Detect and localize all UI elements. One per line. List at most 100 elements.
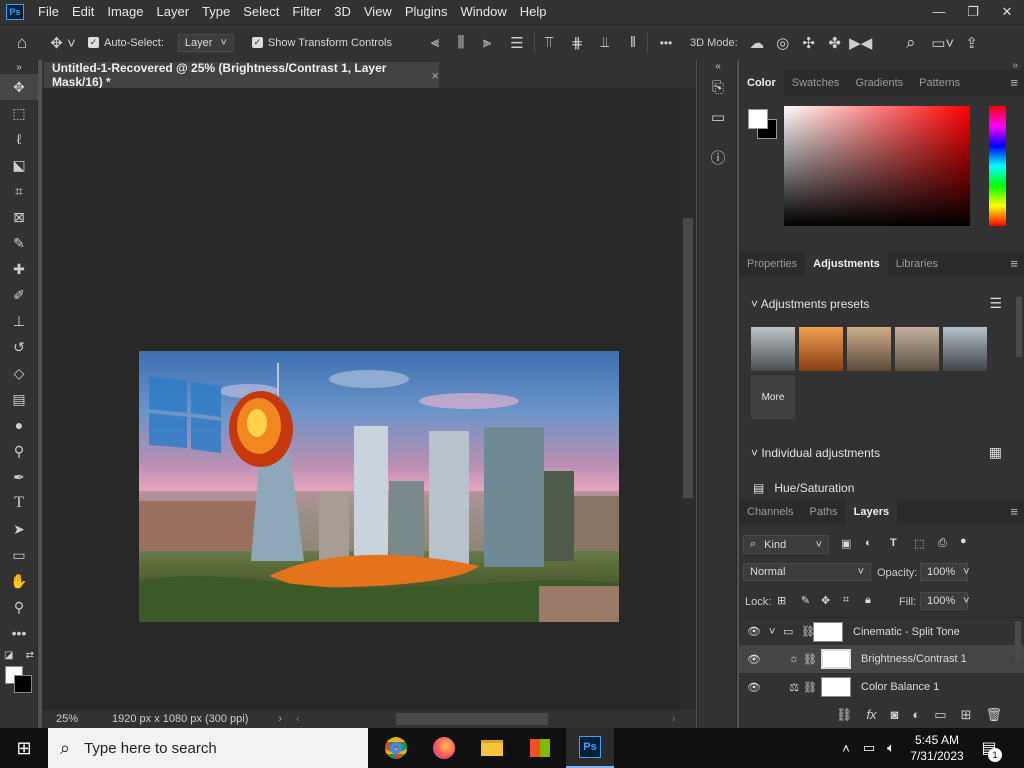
layer-row[interactable]: 👁︎ ☼ ⛓︎ Brightness/Contrast 1 bbox=[739, 645, 1024, 673]
frame-tool-icon[interactable]: ⊠ bbox=[0, 204, 38, 230]
adjustments-scrollbar[interactable] bbox=[1016, 297, 1022, 357]
visibility-eye-icon[interactable]: 👁︎ bbox=[739, 681, 769, 694]
foreground-swatch[interactable] bbox=[748, 109, 768, 129]
gradient-tool-icon[interactable]: ▤ bbox=[0, 386, 38, 412]
panel-menu-icon[interactable]: ≡ bbox=[1010, 251, 1018, 277]
fx-icon[interactable]: fx bbox=[866, 707, 876, 722]
document-tab[interactable]: Untitled-1-Recovered @ 25% (Brightness/C… bbox=[44, 61, 439, 89]
tab-color[interactable]: Color bbox=[739, 70, 784, 96]
tab-libraries[interactable]: Libraries bbox=[888, 251, 946, 277]
new-layer-icon[interactable]: ⊞ bbox=[961, 707, 972, 723]
expand-panels-icon[interactable]: « bbox=[698, 60, 738, 72]
preset-thumbnail[interactable] bbox=[847, 327, 891, 371]
menu-image[interactable]: Image bbox=[101, 0, 150, 24]
preset-thumbnail[interactable] bbox=[799, 327, 843, 371]
layer-filter-dropdown[interactable]: ⌕ Kind ˅ bbox=[743, 535, 829, 554]
filter-pixel-icon[interactable]: ▣ bbox=[841, 537, 851, 550]
fill-input[interactable]: 100% ˅ bbox=[920, 592, 970, 610]
hand-tool-icon[interactable]: ✋ bbox=[0, 568, 38, 594]
firefox-icon[interactable] bbox=[420, 728, 468, 768]
group-expand-icon[interactable]: ˅ bbox=[769, 626, 783, 638]
add-mask-icon[interactable]: ◙ bbox=[891, 707, 899, 722]
blur-tool-icon[interactable]: ● bbox=[0, 412, 38, 438]
store-icon[interactable] bbox=[516, 728, 564, 768]
zoom-level[interactable]: 25% bbox=[42, 713, 102, 725]
list-view-icon[interactable]: ☰ bbox=[989, 295, 1002, 312]
align-bottom-icon[interactable]: ⫫ bbox=[591, 34, 619, 51]
background-color[interactable] bbox=[14, 675, 32, 693]
align-center-icon[interactable]: ⫼ bbox=[448, 34, 474, 51]
transform-controls-checkbox[interactable]: ✓ Show Transform Controls bbox=[251, 37, 392, 49]
auto-select-dropdown[interactable]: Layer ˅ bbox=[177, 33, 234, 52]
pen-tool-icon[interactable]: ✒ bbox=[0, 464, 38, 490]
delete-layer-icon[interactable]: 🗑︎ bbox=[985, 707, 1002, 723]
hue-slider[interactable] bbox=[989, 106, 1006, 226]
align-top-icon[interactable]: ⫪ bbox=[535, 34, 563, 51]
eraser-tool-icon[interactable]: ◇ bbox=[0, 360, 38, 386]
preset-thumbnail[interactable] bbox=[895, 327, 939, 371]
menu-layer[interactable]: Layer bbox=[151, 0, 197, 24]
more-presets-button[interactable]: More bbox=[751, 375, 795, 419]
eyedropper-tool-icon[interactable]: ✎ bbox=[0, 230, 38, 256]
restore-button[interactable]: ❐ bbox=[956, 0, 990, 24]
move-tool-icon[interactable]: ✥ bbox=[0, 74, 38, 100]
tab-gradients[interactable]: Gradients bbox=[847, 70, 911, 96]
grid-view-icon[interactable]: ▦ bbox=[989, 444, 1002, 461]
menu-select[interactable]: Select bbox=[237, 0, 286, 24]
align-middle-icon[interactable]: ⋕ bbox=[563, 34, 591, 52]
swap-colors-icon[interactable]: ◪ ⇄ bbox=[0, 646, 38, 664]
canvas-image[interactable] bbox=[139, 351, 619, 622]
share-icon[interactable]: ⇪ bbox=[960, 34, 984, 52]
search-icon[interactable]: ⌕ bbox=[896, 33, 926, 53]
individual-header[interactable]: ˅ Individual adjustments bbox=[751, 446, 880, 460]
lock-position-icon[interactable]: ✥ bbox=[821, 594, 830, 607]
align-right-icon[interactable]: ⫸ bbox=[474, 34, 500, 51]
status-chevron-icon[interactable]: › bbox=[278, 713, 282, 725]
3d-scale-icon[interactable]: ▶◀ bbox=[848, 34, 874, 52]
layer-row[interactable]: 👁︎ ˅ ▭ ⛓︎ Cinematic - Split Tone bbox=[739, 617, 1024, 645]
taskbar-search[interactable]: ⌕ Type here to search bbox=[48, 728, 368, 768]
tab-adjustments[interactable]: Adjustments bbox=[805, 251, 888, 277]
brush-tool-icon[interactable]: ✐ bbox=[0, 282, 38, 308]
new-group-icon[interactable]: ▭ bbox=[934, 707, 946, 723]
tab-paths[interactable]: Paths bbox=[801, 499, 845, 525]
new-adjustment-icon[interactable]: ◐ bbox=[912, 707, 920, 722]
layer-row[interactable]: 👁︎ ⚖︎ ⛓︎ Color Balance 1 bbox=[739, 673, 1024, 701]
stamp-tool-icon[interactable]: ⊥ bbox=[0, 308, 38, 334]
3d-roll-icon[interactable]: ◎ bbox=[770, 34, 796, 52]
object-select-tool-icon[interactable]: ⬕ bbox=[0, 152, 38, 178]
panel-collapse-icon[interactable]: » bbox=[0, 60, 38, 74]
auto-select-checkbox[interactable]: ✓ Auto-Select: bbox=[88, 37, 164, 49]
home-icon[interactable]: ⌂ bbox=[0, 33, 44, 53]
blend-mode-dropdown[interactable]: Normal ˅ bbox=[743, 563, 871, 581]
network-icon[interactable]: ▭ bbox=[858, 740, 880, 756]
clock[interactable]: 5:45 AM 7/31/2023 bbox=[902, 732, 972, 764]
menu-window[interactable]: Window bbox=[454, 0, 513, 24]
marquee-tool-icon[interactable]: ⬚ bbox=[0, 100, 38, 126]
volume-icon[interactable]: 🔈︎ bbox=[880, 740, 902, 756]
rectangle-tool-icon[interactable]: ▭ bbox=[0, 542, 38, 568]
preset-thumbnail[interactable] bbox=[943, 327, 987, 371]
distribute-vertical-icon[interactable]: ‖ bbox=[619, 34, 647, 51]
link-layers-icon[interactable]: ⛓︎ bbox=[836, 707, 853, 723]
3d-slide-icon[interactable]: ✤ bbox=[822, 34, 848, 52]
comments-panel-icon[interactable]: ▭ bbox=[698, 102, 738, 132]
history-panel-icon[interactable]: ⎘ bbox=[698, 72, 738, 102]
hue-saturation-item[interactable]: ▤ Hue/Saturation bbox=[753, 481, 854, 495]
opacity-input[interactable]: 100% ˅ bbox=[920, 563, 970, 581]
preset-thumbnail[interactable] bbox=[751, 327, 795, 371]
menu-view[interactable]: View bbox=[358, 0, 399, 24]
windows-start-icon[interactable]: ⊞ bbox=[0, 738, 48, 759]
crop-tool-icon[interactable]: ⌗ bbox=[0, 178, 38, 204]
file-explorer-icon[interactable] bbox=[468, 728, 516, 768]
more-options-icon[interactable]: ••• bbox=[648, 36, 684, 50]
menu-3d[interactable]: 3D bbox=[328, 0, 358, 24]
menu-file[interactable]: File bbox=[32, 0, 66, 24]
close-window-button[interactable]: ✕ bbox=[990, 0, 1024, 24]
panel-menu-icon[interactable]: ≡ bbox=[1010, 499, 1018, 525]
tab-properties[interactable]: Properties bbox=[739, 251, 805, 277]
tab-swatches[interactable]: Swatches bbox=[784, 70, 848, 96]
minimize-button[interactable]: — bbox=[922, 0, 956, 24]
horizontal-scroll-thumb[interactable] bbox=[396, 713, 548, 725]
menu-edit[interactable]: Edit bbox=[66, 0, 101, 24]
